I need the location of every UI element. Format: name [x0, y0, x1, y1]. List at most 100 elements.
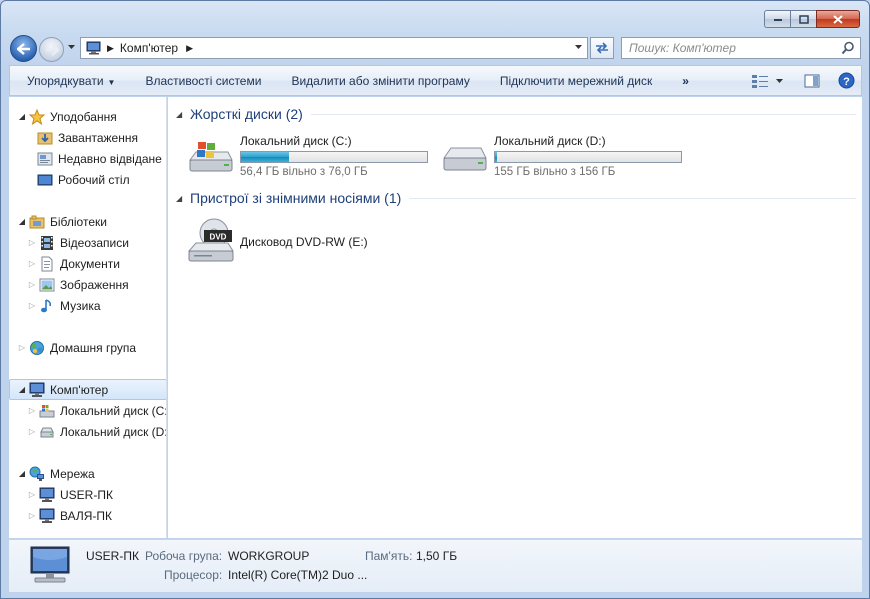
expand-arrow-icon[interactable]: ▷: [27, 511, 37, 520]
forward-button[interactable]: [39, 37, 64, 62]
sidebar-item-computer[interactable]: ◢ Комп'ютер: [9, 379, 166, 400]
sidebar-item-label: USER-ПК: [60, 487, 113, 502]
system-drive-icon: [39, 403, 55, 419]
collapse-arrow-icon[interactable]: ◢: [17, 469, 27, 478]
organize-menu[interactable]: Упорядкувати ▼: [10, 74, 130, 88]
sidebar-item-label: Робочий стіл: [58, 172, 130, 187]
sidebar-item-libraries[interactable]: ◢ Бібліотеки: [17, 211, 166, 232]
recent-places-icon: [37, 151, 53, 167]
sidebar-item-downloads[interactable]: Завантаження: [37, 127, 166, 148]
sidebar-item-valya-pc[interactable]: ▷ ВАЛЯ-ПК: [27, 505, 166, 526]
sidebar-item-label: Недавно відвідане: [58, 151, 162, 166]
expand-arrow-icon[interactable]: ▷: [17, 343, 27, 352]
sidebar-item-favorites[interactable]: ◢ Уподобання: [17, 106, 166, 127]
sidebar-item-label: Бібліотеки: [50, 214, 107, 229]
uninstall-program-button[interactable]: Видалити або змінити програму: [276, 74, 484, 88]
group-header-hard-disks[interactable]: ◢ Жорсткі диски (2): [176, 106, 856, 122]
sidebar-item-music[interactable]: ▷ Музика: [27, 295, 166, 316]
search-placeholder: Пошук: Комп'ютер: [629, 41, 736, 55]
minimize-button[interactable]: [764, 10, 790, 28]
sidebar-item-network[interactable]: ◢ Мережа: [17, 463, 166, 484]
refresh-button[interactable]: [590, 37, 614, 59]
computer-name: USER-ПК: [86, 549, 139, 563]
breadcrumb-computer[interactable]: Комп'ютер: [120, 41, 178, 55]
sidebar-item-documents[interactable]: ▷ Документи: [27, 253, 166, 274]
drive-usage-bar: [240, 151, 428, 163]
collapse-arrow-icon[interactable]: ◢: [176, 194, 190, 203]
drive-tile-e[interactable]: DVD Дисковод DVD-RW (E:): [186, 218, 436, 269]
close-icon: [833, 14, 843, 24]
hard-drive-icon: [39, 424, 55, 440]
system-properties-button[interactable]: Властивості системи: [130, 74, 276, 88]
sidebar-item-videos[interactable]: ▷ Відеозаписи: [27, 232, 166, 253]
expand-arrow-icon[interactable]: ▷: [27, 301, 37, 310]
back-button[interactable]: [10, 35, 37, 62]
sidebar-item-label: Документи: [60, 256, 120, 271]
sidebar-item-label: Локальний диск (D:): [60, 424, 167, 439]
expand-arrow-icon[interactable]: ▷: [27, 490, 37, 499]
memory-value: 1,50 ГБ: [416, 549, 458, 563]
view-options-button[interactable]: [751, 74, 784, 88]
sidebar-item-drive-d[interactable]: ▷ Локальний диск (D:): [27, 421, 167, 442]
sidebar-item-recent-places[interactable]: Недавно відвідане: [37, 148, 166, 169]
sidebar-item-label: Комп'ютер: [50, 382, 109, 397]
expand-arrow-icon[interactable]: ▷: [27, 238, 37, 247]
expand-arrow-icon[interactable]: ▷: [27, 406, 37, 415]
collapse-arrow-icon[interactable]: ◢: [17, 112, 27, 121]
drive-free-space: 155 ГБ вільно з 156 ГБ: [494, 166, 616, 178]
sidebar-item-user-pc[interactable]: ▷ USER-ПК: [27, 484, 166, 505]
close-button[interactable]: [816, 10, 860, 28]
expand-arrow-icon[interactable]: ▷: [27, 259, 37, 268]
search-input[interactable]: Пошук: Комп'ютер: [621, 37, 861, 59]
drive-usage-fill: [241, 152, 290, 162]
more-commands-button[interactable]: »: [667, 74, 704, 88]
music-note-icon: [39, 298, 55, 314]
libraries-folder-icon: [29, 214, 45, 230]
network-icon: [29, 466, 45, 482]
chevron-down-icon: [776, 78, 783, 83]
details-pane: USER-ПК Робоча група: WORKGROUP Пам'ять:…: [9, 539, 862, 592]
drive-tile-c[interactable]: Локальний диск (C:) 56,4 ГБ вільно з 76,…: [186, 134, 436, 180]
search-icon[interactable]: [841, 41, 855, 55]
maximize-button[interactable]: [790, 10, 816, 28]
history-dropdown-icon[interactable]: [67, 44, 76, 50]
content-pane: ◢ Жорсткі диски (2) Локальний диск (C:): [168, 97, 862, 538]
collapse-arrow-icon[interactable]: ◢: [17, 217, 27, 226]
map-network-drive-button[interactable]: Підключити мережний диск: [485, 74, 667, 88]
help-button[interactable]: ?: [838, 72, 855, 89]
group-divider: [310, 113, 856, 115]
drive-name: Локальний диск (D:): [494, 134, 606, 148]
group-header-removable[interactable]: ◢ Пристрої зі знімними носіями (1): [176, 190, 856, 206]
sidebar-item-pictures[interactable]: ▷ Зображення: [27, 274, 166, 295]
sidebar-item-drive-c[interactable]: ▷ Локальний диск (C:): [27, 400, 167, 421]
computer-icon: [39, 487, 55, 503]
address-bar[interactable]: ▶ Комп'ютер ▶: [80, 37, 588, 59]
sidebar-item-label: Зображення: [60, 277, 129, 292]
memory-label: Пам'ять:: [365, 549, 413, 563]
collapse-arrow-icon[interactable]: ◢: [17, 385, 27, 394]
sidebar-item-homegroup[interactable]: ▷ Домашня група: [17, 337, 166, 358]
sidebar-item-label: Відеозаписи: [60, 235, 129, 250]
organize-label: Упорядкувати: [27, 73, 104, 88]
breadcrumb-arrow-icon[interactable]: ▶: [186, 43, 193, 54]
computer-small-icon: [86, 41, 101, 55]
preview-pane-button[interactable]: [804, 74, 820, 88]
picture-icon: [39, 277, 55, 293]
breadcrumb-arrow-icon[interactable]: ▶: [107, 43, 114, 54]
sidebar-item-label: Локальний диск (C:): [60, 403, 167, 418]
hard-drive-icon: [440, 140, 488, 177]
document-icon: [39, 256, 55, 272]
collapse-arrow-icon[interactable]: ◢: [176, 110, 190, 119]
sidebar-item-desktop[interactable]: Робочий стіл: [37, 169, 166, 190]
expand-arrow-icon[interactable]: ▷: [27, 427, 37, 436]
drive-usage-fill: [495, 152, 497, 162]
address-dropdown-icon[interactable]: [574, 44, 583, 50]
dvd-label: DVD: [210, 233, 227, 242]
sidebar-item-label: ВАЛЯ-ПК: [60, 508, 113, 523]
computer-icon: [29, 382, 45, 398]
expand-arrow-icon[interactable]: ▷: [27, 280, 37, 289]
drive-tile-d[interactable]: Локальний диск (D:) 155 ГБ вільно з 156 …: [440, 134, 690, 180]
group-title: Пристрої зі знімними носіями (1): [190, 190, 402, 206]
homegroup-icon: [29, 340, 45, 356]
computer-large-icon: [27, 545, 73, 590]
